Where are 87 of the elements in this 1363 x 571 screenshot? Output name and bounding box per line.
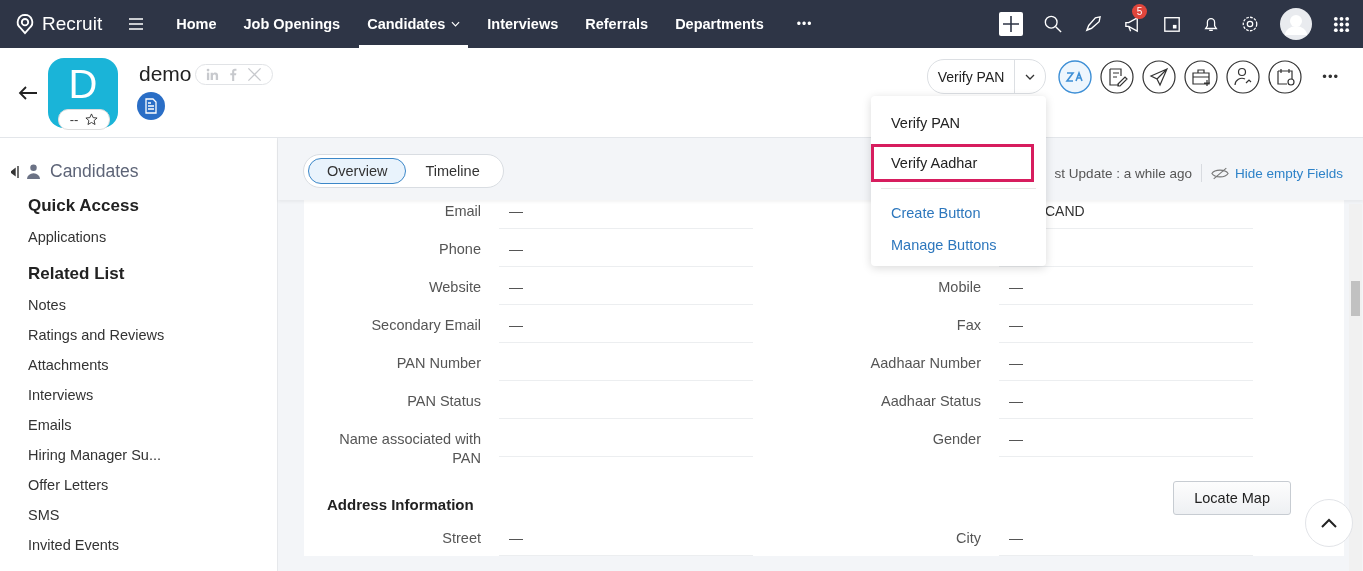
scrollbar[interactable] xyxy=(1349,204,1362,571)
last-update-text: st Update : a while ago xyxy=(1054,165,1192,181)
edit-note-icon[interactable] xyxy=(1100,59,1135,94)
menu-link[interactable]: Create Button xyxy=(871,197,1046,229)
person-forward-icon[interactable] xyxy=(1226,59,1261,94)
field-value: — xyxy=(1009,393,1023,409)
sidebar-item[interactable]: SMS xyxy=(28,500,277,530)
eye-slash-icon[interactable] xyxy=(1210,166,1229,180)
chevron-up-icon[interactable] xyxy=(1321,518,1337,528)
rating-text: -- xyxy=(69,111,79,127)
section-heading: Related List xyxy=(28,264,126,284)
sidebar-item[interactable]: Ratings and Reviews xyxy=(28,320,277,350)
field-value: — xyxy=(1009,431,1023,447)
brand-name: Recruit xyxy=(42,13,103,35)
logo-icon xyxy=(14,12,36,36)
send-icon[interactable] xyxy=(1142,59,1177,94)
field-value: CAND xyxy=(1045,203,1085,219)
field-value: — xyxy=(1009,317,1023,333)
sidebar-item[interactable]: Offer Letters xyxy=(28,470,277,500)
field-label: Aadhaar Number xyxy=(870,354,981,373)
field-value: — xyxy=(1009,279,1023,295)
module-title: Candidates xyxy=(50,161,139,182)
search-icon[interactable] xyxy=(1044,15,1062,33)
field-label: Mobile xyxy=(938,278,981,297)
field-label: Website xyxy=(428,278,481,297)
zia-assistant-icon[interactable] xyxy=(1058,59,1093,94)
field-label: Street xyxy=(442,529,481,548)
add-icon[interactable] xyxy=(999,12,1023,36)
hide-empty-fields-link[interactable]: Hide empty Fields xyxy=(1234,165,1343,181)
view-tab[interactable]: Overview xyxy=(308,157,407,184)
menu-item[interactable]: Verify PAN xyxy=(871,104,1034,142)
person-icon xyxy=(27,164,40,179)
nav-tab[interactable]: Home xyxy=(168,0,225,48)
menu-link[interactable]: Manage Buttons xyxy=(871,229,1046,261)
field-value: — xyxy=(1009,355,1023,371)
settings-icon[interactable] xyxy=(1241,15,1259,33)
field-label: Aadhaar Status xyxy=(881,392,981,411)
caret-icon[interactable] xyxy=(1025,73,1036,80)
nav-tab[interactable]: Candidates xyxy=(359,0,469,48)
field-label: Secondary Email xyxy=(371,316,481,335)
field-label: PAN Number xyxy=(396,354,481,373)
sidebar-item[interactable]: Interviews xyxy=(28,380,277,410)
avatar-initial: D xyxy=(68,60,98,107)
field-label: Name associated with PAN xyxy=(338,430,481,468)
field-label: Email xyxy=(444,202,481,221)
calendar-schedule-icon[interactable] xyxy=(1268,59,1303,94)
field-label: PAN Status xyxy=(407,392,481,411)
field-label: Gender xyxy=(932,430,981,449)
nav-tab[interactable]: Referrals xyxy=(577,0,657,48)
collapse-icon[interactable] xyxy=(11,165,19,178)
calendar-icon[interactable] xyxy=(1163,15,1181,33)
resume-icon[interactable] xyxy=(137,92,165,120)
briefcase-add-icon[interactable] xyxy=(1184,59,1219,94)
sidebar-item[interactable]: Emails xyxy=(28,410,277,440)
nav-tab[interactable]: Departments xyxy=(667,0,772,48)
sidebar-item[interactable]: Hiring Manager Su... xyxy=(28,440,277,470)
sidebar-item[interactable]: Notes xyxy=(28,290,277,320)
star-icon[interactable] xyxy=(85,112,99,126)
field-value: — xyxy=(509,203,523,219)
section-heading: Quick Access xyxy=(28,196,140,216)
field-label: Fax xyxy=(956,316,981,335)
candidate-name: demo xyxy=(139,62,192,86)
field-value: — xyxy=(509,530,523,546)
nav-tab[interactable]: Job Openings xyxy=(235,0,349,48)
more-actions[interactable]: ••• xyxy=(1322,69,1339,84)
view-tab[interactable]: Timeline xyxy=(406,157,499,184)
apps-grid-icon[interactable] xyxy=(1333,15,1350,33)
more-menu[interactable]: ••• xyxy=(796,17,813,31)
sidebar-item[interactable]: Attachments xyxy=(28,350,277,380)
rating-pill[interactable]: -- xyxy=(58,108,110,130)
sidebar-item[interactable]: Applications xyxy=(28,222,277,252)
field-value: — xyxy=(509,279,523,295)
field-value: — xyxy=(1009,530,1023,546)
avatar-icon[interactable] xyxy=(1280,8,1312,40)
sidebar-item[interactable]: Invited Events xyxy=(28,530,277,560)
back-arrow-icon[interactable] xyxy=(18,84,38,101)
nav-tab[interactable]: Interviews xyxy=(479,0,567,48)
field-value: — xyxy=(509,241,523,257)
locate-map-button[interactable]: Locate Map xyxy=(1173,481,1291,515)
field-label: Phone xyxy=(439,240,481,259)
notification-badge: 5 xyxy=(1132,3,1147,19)
field-value: — xyxy=(509,317,523,333)
field-label: City xyxy=(956,529,981,548)
menu-icon[interactable] xyxy=(129,18,144,30)
menu-item[interactable]: Verify Aadhar xyxy=(871,144,1034,182)
section-heading: Address Information xyxy=(327,495,474,513)
bell-icon[interactable] xyxy=(1202,15,1220,33)
